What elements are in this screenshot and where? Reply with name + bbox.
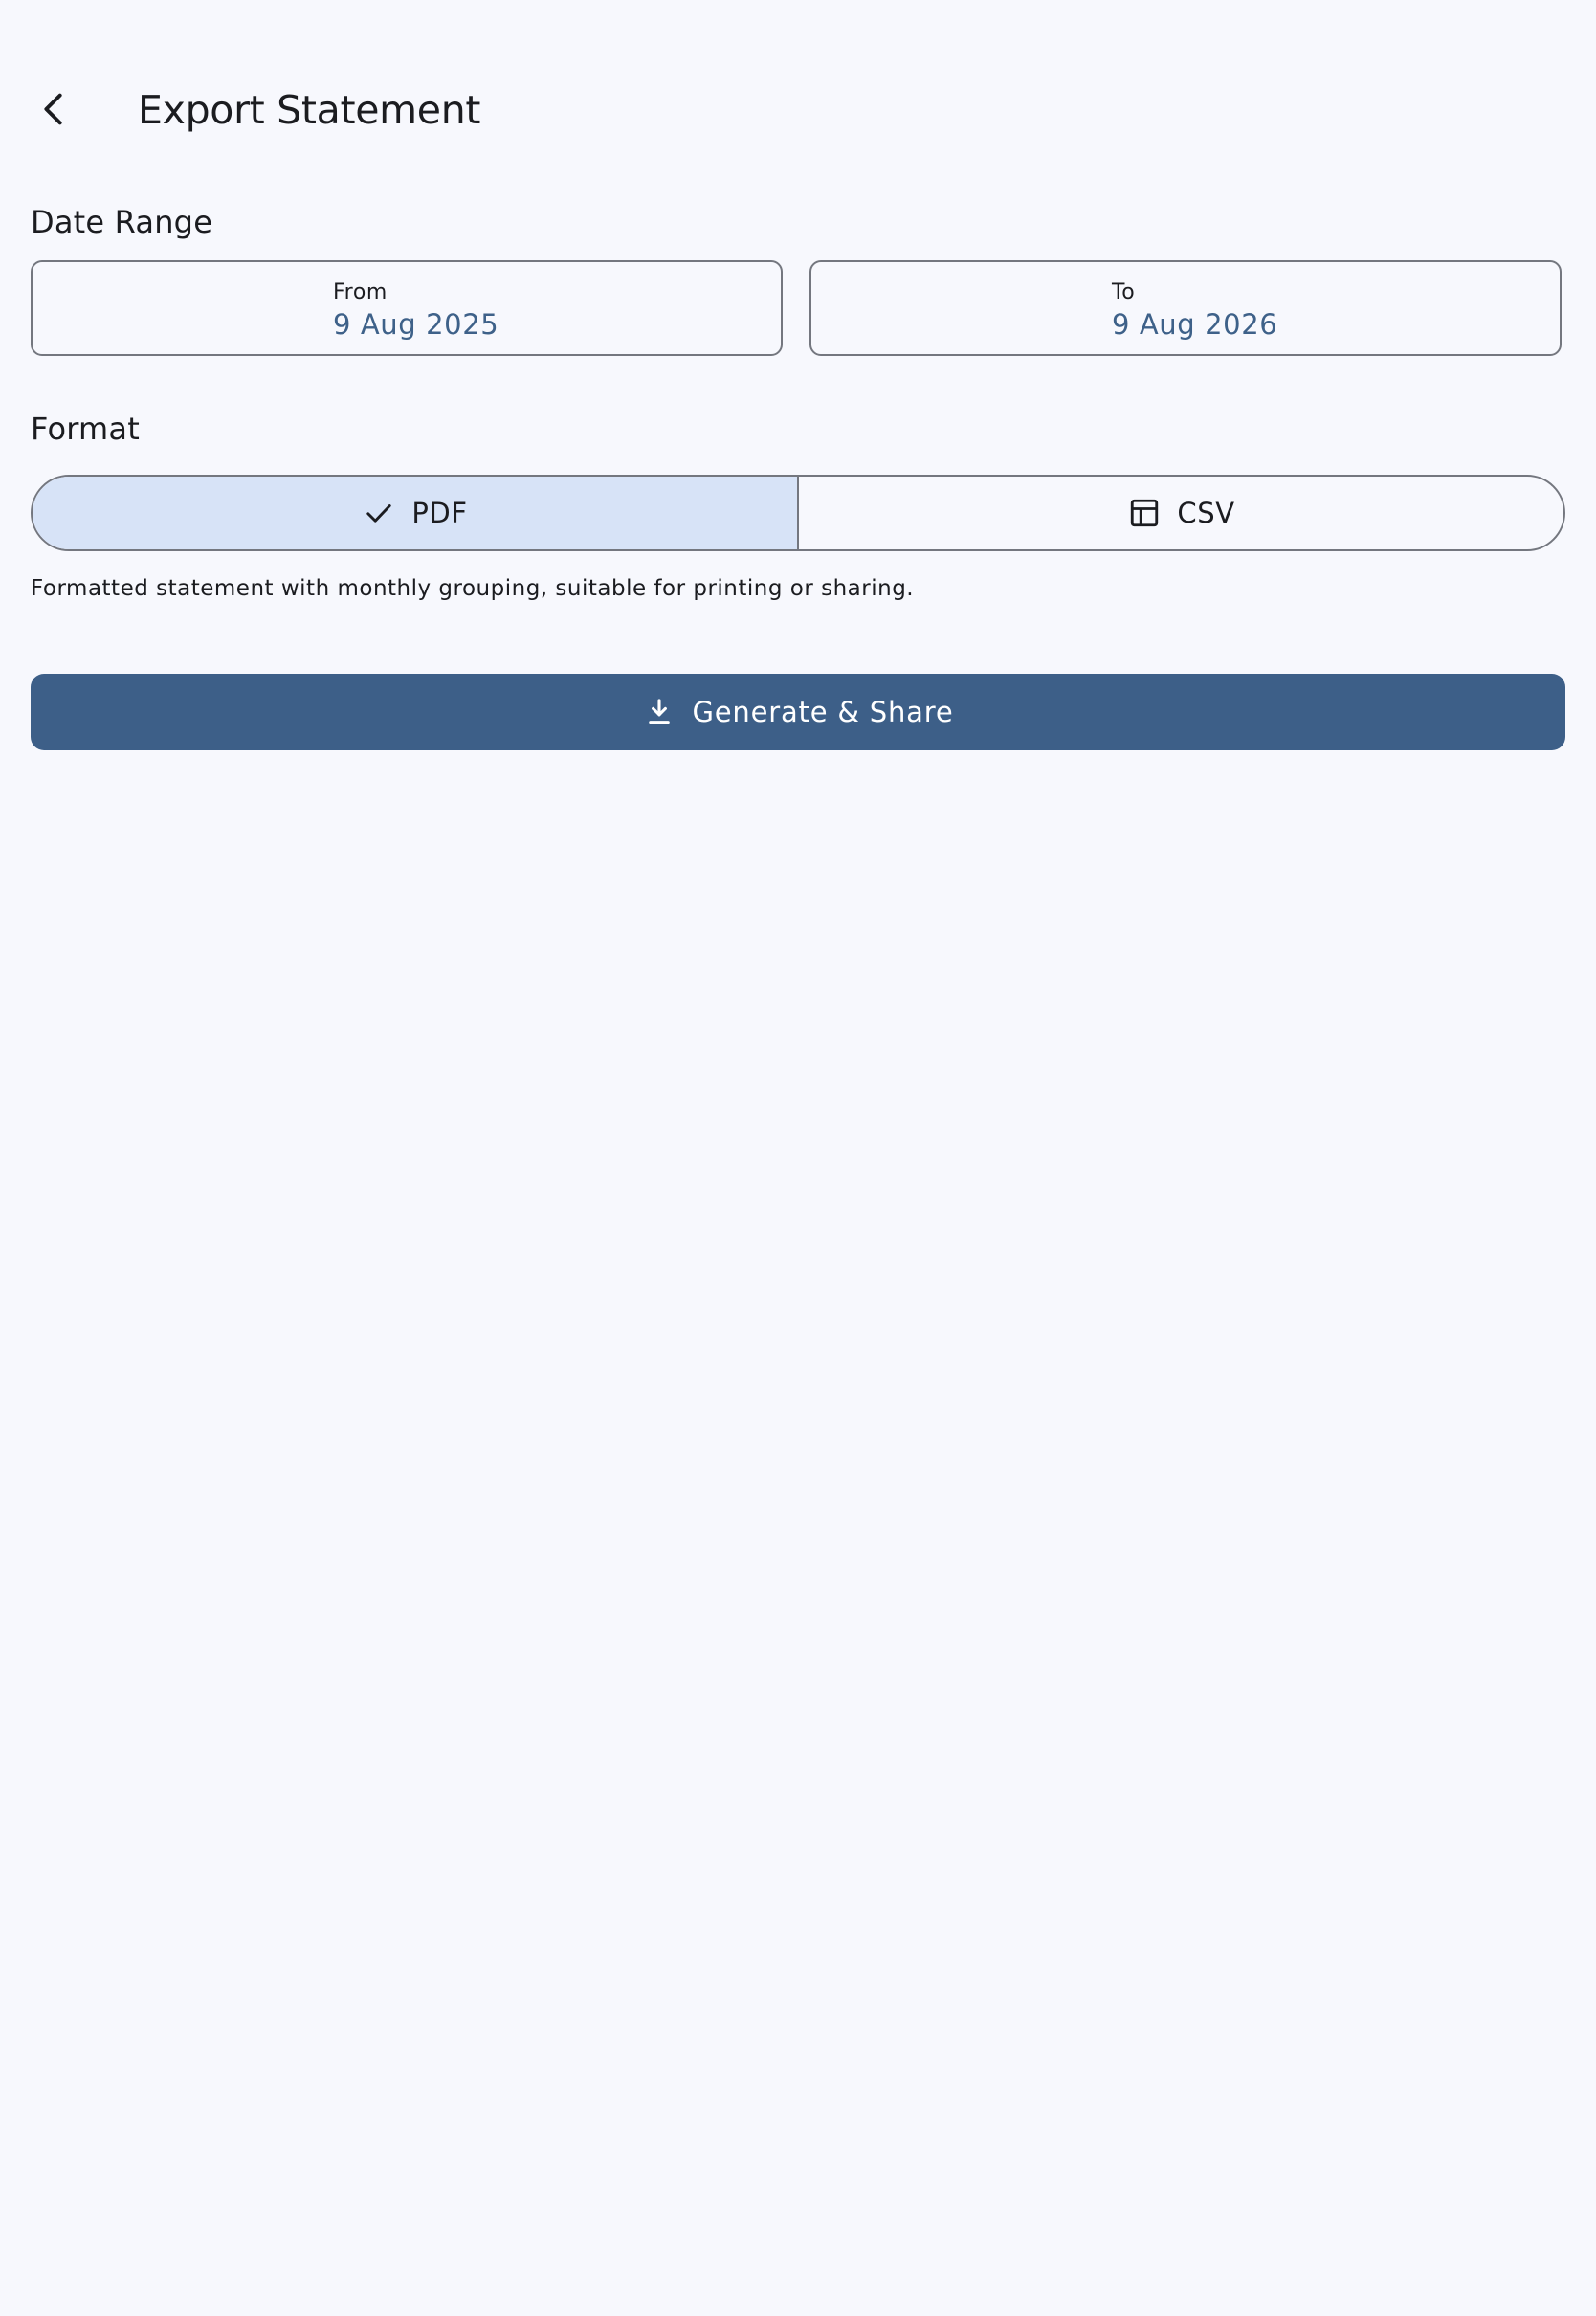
table-icon — [1127, 496, 1162, 530]
back-button[interactable] — [21, 77, 86, 142]
generate-share-label: Generate & Share — [692, 696, 954, 728]
format-option-csv-label: CSV — [1177, 497, 1235, 529]
download-icon — [643, 696, 676, 728]
arrow-back-icon — [44, 93, 62, 125]
format-segmented-control: PDF CSV — [31, 475, 1565, 551]
format-description: Formatted statement with monthly groupin… — [31, 576, 915, 601]
from-date-field[interactable]: From 9 Aug 2025 — [31, 260, 783, 356]
generate-share-button[interactable]: Generate & Share — [31, 674, 1565, 750]
format-option-csv[interactable]: CSV — [797, 477, 1563, 549]
format-option-pdf-label: PDF — [411, 497, 468, 529]
to-date-value: 9 Aug 2026 — [1112, 308, 1278, 341]
date-range-label: Date Range — [31, 204, 213, 240]
format-label: Format — [31, 411, 140, 447]
top-app-bar: Export Statement — [0, 48, 1596, 182]
to-date-caption: To — [1112, 280, 1136, 304]
from-date-value: 9 Aug 2025 — [333, 308, 499, 341]
format-option-pdf[interactable]: PDF — [33, 477, 797, 549]
from-date-caption: From — [333, 280, 388, 304]
page-title: Export Statement — [138, 87, 481, 133]
check-icon — [362, 496, 396, 530]
to-date-field[interactable]: To 9 Aug 2026 — [809, 260, 1562, 356]
